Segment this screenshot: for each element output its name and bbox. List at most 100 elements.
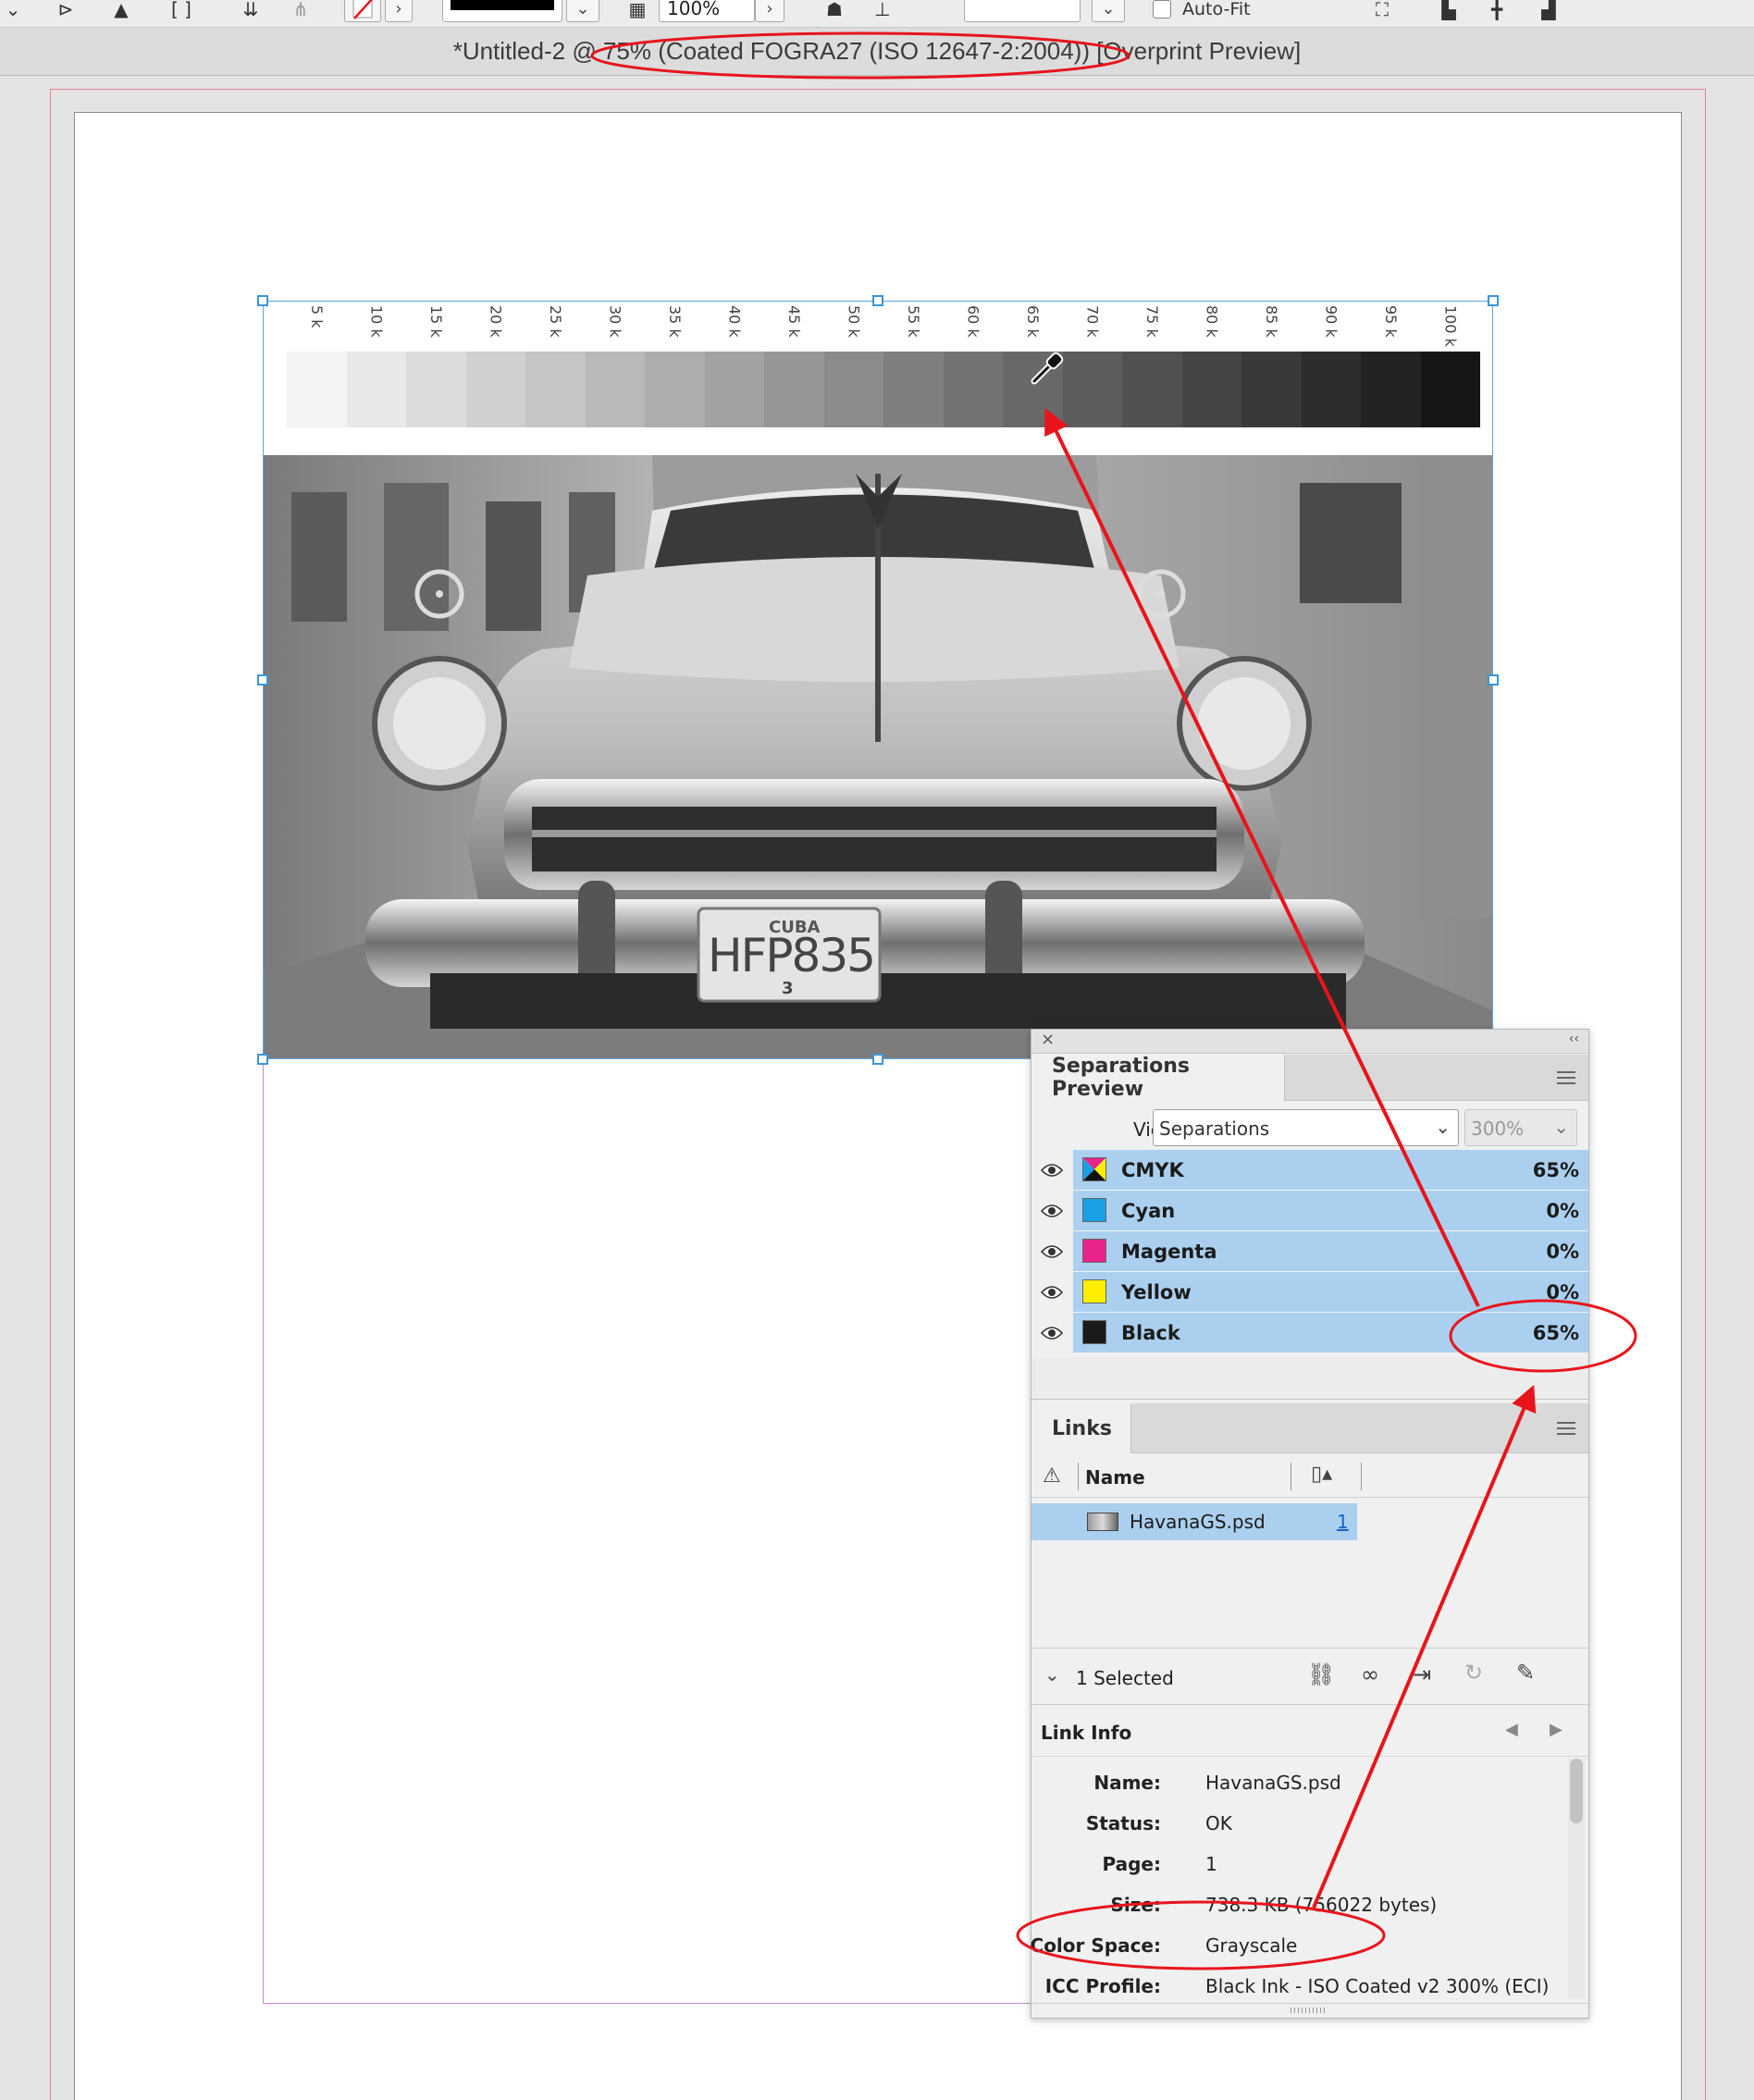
- view-select[interactable]: Separations ⌄: [1153, 1109, 1459, 1146]
- opacity-stepper[interactable]: ›: [755, 0, 784, 22]
- tab-separations-preview[interactable]: Separations Preview: [1031, 1055, 1285, 1101]
- edit-original-icon[interactable]: ✎: [1516, 1660, 1535, 1686]
- links-tab-row: Links: [1031, 1403, 1588, 1453]
- link-info-key: Color Space:: [1030, 1934, 1161, 1957]
- opacity-field[interactable]: 100%: [659, 0, 755, 22]
- eye-icon[interactable]: [1031, 1272, 1072, 1312]
- tab-links[interactable]: Links: [1031, 1403, 1131, 1453]
- frame-bracket-icon[interactable]: [ ]: [155, 0, 207, 22]
- ink-swatch: [1082, 1239, 1106, 1263]
- frame-handle[interactable]: [872, 295, 883, 306]
- page-column-icon[interactable]: ▯▴: [1311, 1463, 1332, 1486]
- frame-handle[interactable]: [872, 1054, 883, 1065]
- align-up-icon[interactable]: ▲: [107, 0, 135, 22]
- close-icon[interactable]: ×: [1041, 1030, 1055, 1049]
- collapse-icon[interactable]: ‹‹: [1569, 1031, 1579, 1046]
- separation-cell: Black 65%: [1073, 1313, 1588, 1353]
- drop-shadow-icon[interactable]: ☗: [818, 0, 851, 22]
- panel-menu-icon[interactable]: [1557, 1422, 1575, 1435]
- relink-from-cc-icon[interactable]: ⛓: [1307, 1661, 1335, 1687]
- stroke-none-button[interactable]: [344, 0, 381, 22]
- name-column-header[interactable]: Name: [1085, 1466, 1145, 1489]
- go-to-link-icon[interactable]: ⇥: [1413, 1661, 1431, 1687]
- panel-title-strip[interactable]: × ‹‹: [1031, 1030, 1588, 1054]
- opacity-icon: ▦: [628, 0, 647, 20]
- warning-icon[interactable]: ⚠: [1043, 1464, 1061, 1488]
- scrollbar-thumb[interactable]: [1570, 1759, 1583, 1823]
- image-thumbnail-icon: [1087, 1513, 1118, 1531]
- opacity-value: 100%: [667, 0, 721, 19]
- previous-link-icon[interactable]: ◀: [1505, 1720, 1518, 1739]
- align-bottom-icon[interactable]: ⊥: [866, 0, 899, 22]
- chevron-down-icon[interactable]: ⌄: [1044, 1663, 1060, 1686]
- document-title: *Untitled-2 @ 75% (Coated FOGRA27 (ISO 1…: [452, 37, 1302, 65]
- align-center-icon[interactable]: ╋: [1480, 0, 1513, 22]
- link-info-list: Name: HavanaGS.psd Status: OK Page: 1 Size: 738…: [1031, 1759, 1568, 2008]
- graphics-frame[interactable]: [263, 301, 1493, 1059]
- separation-row-yellow[interactable]: Yellow 0%: [1031, 1272, 1588, 1312]
- link-info-value: OK: [1205, 1812, 1232, 1834]
- link-info-row: Size: 738.3 KB (756022 bytes): [1031, 1894, 1550, 1931]
- frame-fitting-icon[interactable]: ⛶: [1365, 0, 1399, 22]
- separation-row-cmyk[interactable]: CMYK 65%: [1031, 1150, 1588, 1190]
- separation-name: Black: [1121, 1322, 1180, 1344]
- separation-name: Yellow: [1121, 1281, 1192, 1303]
- update-link-icon[interactable]: ↻: [1464, 1660, 1483, 1686]
- eye-icon[interactable]: [1031, 1313, 1072, 1353]
- next-link-icon[interactable]: ▶: [1550, 1720, 1563, 1739]
- stroke-weight-field[interactable]: [442, 0, 562, 22]
- ink-swatch: [1082, 1320, 1106, 1344]
- link-row[interactable]: HavanaGS.psd 1: [1031, 1503, 1357, 1540]
- frame-handle[interactable]: [257, 674, 268, 686]
- link-info-key: Page:: [1102, 1853, 1162, 1875]
- links-toolbar: ⌄ 1 Selected ⛓ ∞ ⇥ ↻ ✎: [1031, 1648, 1588, 1705]
- link-page-number[interactable]: 1: [1337, 1511, 1349, 1533]
- fitting-field[interactable]: [964, 0, 1081, 22]
- separation-name: CMYK: [1121, 1159, 1184, 1181]
- ink-limit-select[interactable]: 300% ⌄: [1464, 1109, 1577, 1146]
- ink-limit-value: 300%: [1471, 1118, 1525, 1140]
- flip-horizontal-icon[interactable]: ⊳: [52, 0, 80, 22]
- selection-count: 1 Selected: [1076, 1667, 1174, 1689]
- chevron-down-icon: ⌄: [1435, 1116, 1451, 1138]
- separation-row-magenta[interactable]: Magenta 0%: [1031, 1231, 1588, 1271]
- ink-swatch: [1082, 1198, 1106, 1222]
- frame-handle[interactable]: [257, 295, 268, 306]
- separation-value: 0%: [1546, 1200, 1579, 1222]
- eyedropper-icon: [1031, 352, 1064, 385]
- eye-icon[interactable]: [1031, 1150, 1072, 1190]
- separation-row-cyan[interactable]: Cyan 0%: [1031, 1191, 1588, 1230]
- document-tab-bar[interactable]: *Untitled-2 @ 75% (Coated FOGRA27 (ISO 1…: [0, 28, 1754, 76]
- eye-icon[interactable]: [1031, 1191, 1072, 1230]
- panel-resize-grip[interactable]: [1031, 2003, 1588, 2018]
- separation-cell: Yellow 0%: [1073, 1272, 1588, 1312]
- frame-handle[interactable]: [1488, 674, 1499, 686]
- floating-panel: × ‹‹ Separations Preview View: Separatio…: [1031, 1029, 1589, 2019]
- frame-handle[interactable]: [1488, 295, 1499, 306]
- autofit-checkbox[interactable]: Auto-Fit: [1153, 0, 1282, 22]
- align-left-icon[interactable]: ▙: [1432, 0, 1465, 22]
- separation-value: 65%: [1532, 1322, 1579, 1344]
- eye-icon[interactable]: [1031, 1231, 1072, 1271]
- link-info-value: Grayscale: [1205, 1934, 1298, 1957]
- panel-menu-icon[interactable]: [1557, 1071, 1575, 1084]
- separation-row-black[interactable]: Black 65%: [1031, 1313, 1588, 1353]
- separations-empty-area: [1031, 1357, 1588, 1400]
- relink-icon[interactable]: ∞: [1361, 1661, 1379, 1687]
- chevron-right-icon[interactable]: ›: [385, 0, 413, 22]
- link-info-title: Link Info: [1041, 1722, 1132, 1744]
- align-bottom-edges-icon[interactable]: ▟: [1532, 0, 1565, 22]
- frame-handle[interactable]: [257, 1054, 268, 1065]
- separation-value: 0%: [1546, 1281, 1579, 1303]
- scrollbar-track[interactable]: [1568, 1759, 1585, 1999]
- separation-cell: Magenta 0%: [1073, 1231, 1588, 1271]
- select-content-icon[interactable]: ⋔: [287, 0, 315, 22]
- stroke-weight-dropdown[interactable]: ⌄: [566, 0, 599, 22]
- separations-list: CMYK 65% Cyan 0% Magenta 0% Yellow 0% Black 65%: [1031, 1150, 1588, 1353]
- link-info-key: Status:: [1085, 1812, 1161, 1834]
- separation-cell: Cyan 0%: [1073, 1191, 1588, 1230]
- fitting-dropdown[interactable]: ⌄: [1092, 0, 1125, 22]
- link-info-key: Size:: [1110, 1894, 1161, 1916]
- chevron-down-icon[interactable]: ⌄: [0, 0, 26, 22]
- select-container-icon[interactable]: ⇊: [237, 0, 265, 22]
